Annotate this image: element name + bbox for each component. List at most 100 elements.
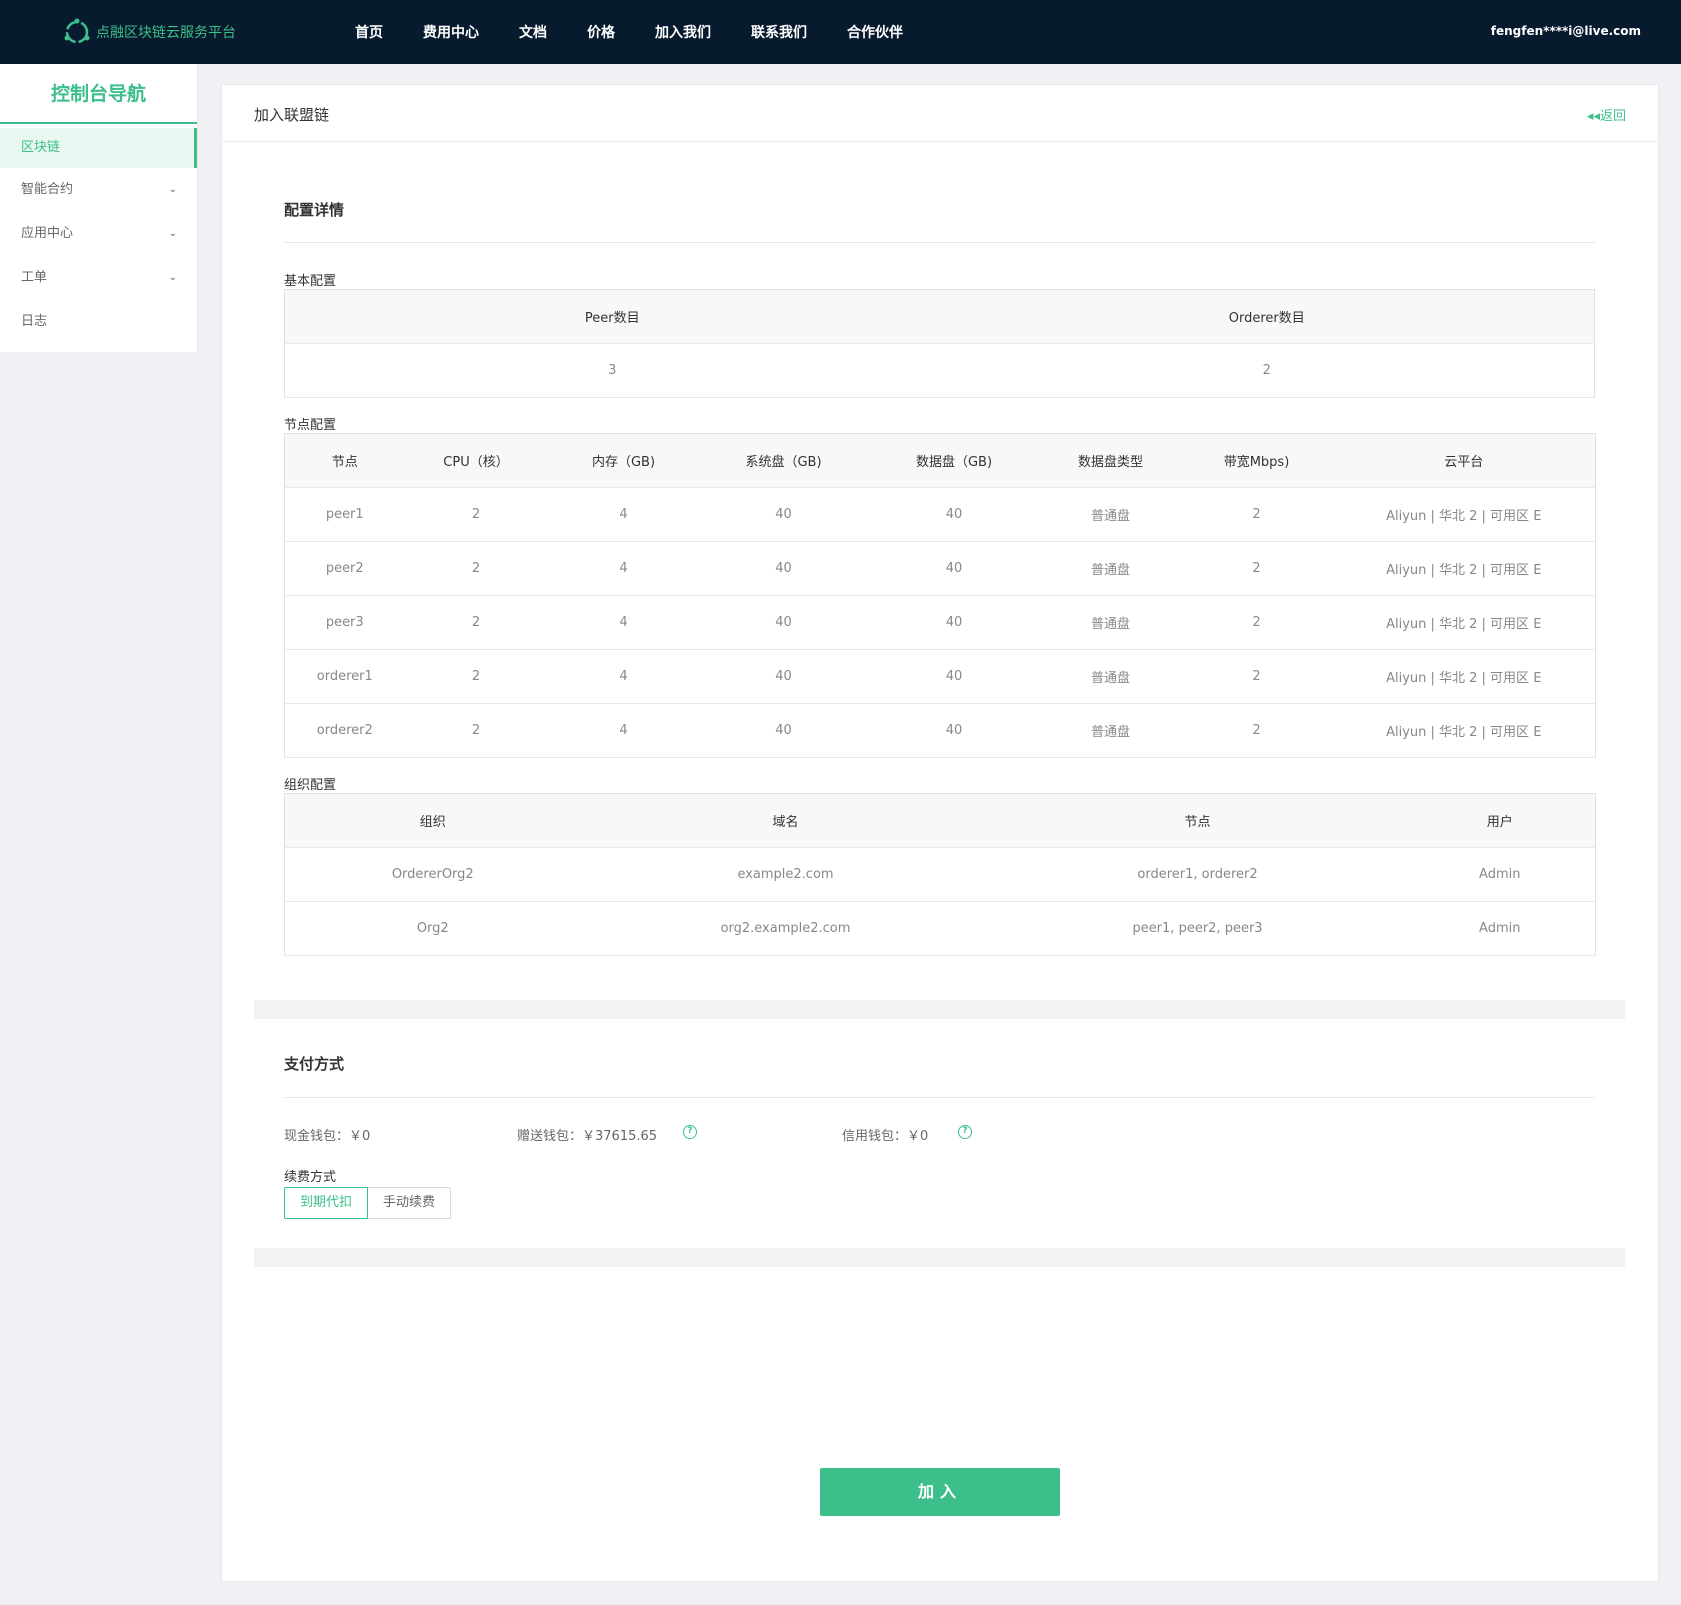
nav-item-contact[interactable]: 联系我们 [751, 22, 807, 42]
brand[interactable]: 点融区块链云服务平台 [62, 18, 236, 46]
table-cell: 普通盘 [1040, 703, 1181, 758]
sidebar-item-label: 工单 [21, 270, 48, 285]
table-cell: 4 [547, 595, 700, 650]
sidebar-item-logs[interactable]: 日志 [0, 300, 197, 344]
nav-item-pricing[interactable]: 价格 [587, 22, 615, 42]
table-cell: 2 [404, 541, 548, 596]
table-cell: Aliyun | 华北 2 | 可用区 E [1332, 595, 1596, 650]
table-cell: 40 [699, 541, 868, 596]
renew-manual-button[interactable]: 手动续费 [368, 1187, 452, 1219]
divider [284, 1097, 1595, 1098]
table-cell: Aliyun | 华北 2 | 可用区 E [1332, 649, 1596, 704]
divider [284, 242, 1595, 243]
nav-item-billing[interactable]: 费用中心 [423, 22, 479, 42]
table-cell: 40 [699, 649, 868, 704]
basic-config-table: Peer数目 Orderer数目 3 2 [284, 289, 1595, 398]
chevron-down-icon: ⌄ [168, 184, 177, 195]
sidebar: 控制台导航 区块链 智能合约 ⌄ 应用中心 ⌄ 工单 ⌄ 日志 [0, 64, 198, 352]
sidebar-item-label: 日志 [21, 314, 48, 329]
user-email[interactable]: fengfen****i@live.com [1491, 24, 1641, 38]
table-row: peer1 2 4 40 40 普通盘 2 Aliyun | 华北 2 | 可用… [284, 487, 1596, 542]
nav-item-join-us[interactable]: 加入我们 [655, 22, 711, 42]
table-cell: 2 [1180, 595, 1333, 650]
table-header: 节点 [990, 793, 1405, 848]
sidebar-item-tickets[interactable]: 工单 ⌄ [0, 256, 197, 300]
help-icon[interactable]: ? [683, 1125, 697, 1139]
table-row: 3 2 [284, 343, 1595, 398]
peer-count: 3 [284, 343, 940, 398]
table-cell: 普通盘 [1040, 487, 1181, 542]
table-cell: Admin [1404, 901, 1596, 956]
chevron-down-icon: ⌄ [168, 228, 177, 239]
table-cell: 40 [699, 703, 868, 758]
back-link[interactable]: ◂◂返回 [1587, 105, 1626, 124]
orderer-count: 2 [939, 343, 1595, 398]
org-config-label: 组织配置 [284, 778, 337, 793]
basic-config-label: 基本配置 [284, 274, 337, 289]
card-header: 加入联盟链 ◂◂返回 [222, 85, 1658, 142]
table-cell: 40 [699, 487, 868, 542]
back-label: 返回 [1599, 109, 1626, 124]
table-header: 云平台 [1332, 433, 1596, 488]
table-cell: orderer2 [284, 703, 405, 758]
table-cell: 2 [404, 595, 548, 650]
table-cell: example2.com [580, 847, 991, 902]
table-row: peer2 2 4 40 40 普通盘 2 Aliyun | 华北 2 | 可用… [284, 541, 1596, 596]
table-cell: Org2 [284, 901, 581, 956]
table-cell: 2 [1180, 703, 1333, 758]
table-cell: 2 [1180, 487, 1333, 542]
table-cell: peer1 [284, 487, 405, 542]
table-cell: 40 [867, 703, 1041, 758]
main-nav: 首页 费用中心 文档 价格 加入我们 联系我们 合作伙伴 [355, 0, 943, 64]
sidebar-item-blockchain[interactable]: 区块链 [0, 128, 197, 168]
table-cell: 2 [1180, 541, 1333, 596]
table-cell: 2 [1180, 649, 1333, 704]
table-cell: org2.example2.com [580, 901, 991, 956]
table-row: orderer2 2 4 40 40 普通盘 2 Aliyun | 华北 2 |… [284, 703, 1596, 758]
payment-section-title: 支付方式 [284, 1055, 345, 1073]
table-cell: Aliyun | 华北 2 | 可用区 E [1332, 541, 1596, 596]
node-config-table: 节点 CPU（核） 内存（GB) 系统盘（GB) 数据盘（GB) 数据盘类型 带… [284, 433, 1596, 758]
table-cell: 40 [867, 487, 1041, 542]
table-cell: 40 [867, 649, 1041, 704]
renew-auto-button[interactable]: 到期代扣 [284, 1187, 369, 1219]
table-header: 带宽Mbps) [1180, 433, 1333, 488]
node-config-label: 节点配置 [284, 418, 337, 433]
table-cell: 40 [867, 541, 1041, 596]
table-cell: 普通盘 [1040, 541, 1181, 596]
cash-wallet: 现金钱包：￥0 [284, 1129, 371, 1144]
table-row: OrdererOrg2 example2.com orderer1, order… [284, 847, 1596, 902]
table-header: 域名 [580, 793, 991, 848]
table-row: peer3 2 4 40 40 普通盘 2 Aliyun | 华北 2 | 可用… [284, 595, 1596, 650]
chevron-down-icon: ⌄ [168, 272, 177, 283]
nav-item-partners[interactable]: 合作伙伴 [847, 22, 903, 42]
table-cell: 2 [404, 703, 548, 758]
table-row: orderer1 2 4 40 40 普通盘 2 Aliyun | 华北 2 |… [284, 649, 1596, 704]
nav-item-home[interactable]: 首页 [355, 22, 383, 42]
renew-label: 续费方式 [284, 1170, 337, 1185]
table-header: 系统盘（GB) [699, 433, 868, 488]
table-cell: 4 [547, 487, 700, 542]
sidebar-item-app-center[interactable]: 应用中心 ⌄ [0, 212, 197, 256]
org-config-table: 组织 域名 节点 用户 OrdererOrg2 example2.com ord… [284, 793, 1596, 956]
help-icon[interactable]: ? [958, 1125, 972, 1139]
nav-item-docs[interactable]: 文档 [519, 22, 547, 42]
sidebar-item-label: 区块链 [21, 140, 61, 155]
table-header: 数据盘类型 [1040, 433, 1181, 488]
brand-name: 点融区块链云服务平台 [96, 25, 236, 41]
table-header: Orderer数目 [939, 289, 1595, 344]
join-button[interactable]: 加入 [820, 1468, 1060, 1516]
table-cell: 4 [547, 541, 700, 596]
table-row: Org2 org2.example2.com peer1, peer2, pee… [284, 901, 1596, 956]
table-header: 数据盘（GB) [867, 433, 1041, 488]
sidebar-item-label: 智能合约 [21, 182, 74, 197]
table-cell: 2 [404, 487, 548, 542]
renew-method-group: 到期代扣 手动续费 [284, 1187, 452, 1219]
table-cell: Admin [1404, 847, 1596, 902]
table-cell: peer1, peer2, peer3 [990, 901, 1405, 956]
table-cell: 2 [404, 649, 548, 704]
table-header: CPU（核） [404, 433, 548, 488]
logo-ring-icon [62, 17, 92, 47]
sidebar-item-smart-contract[interactable]: 智能合约 ⌄ [0, 168, 197, 212]
table-header: Peer数目 [284, 289, 940, 344]
